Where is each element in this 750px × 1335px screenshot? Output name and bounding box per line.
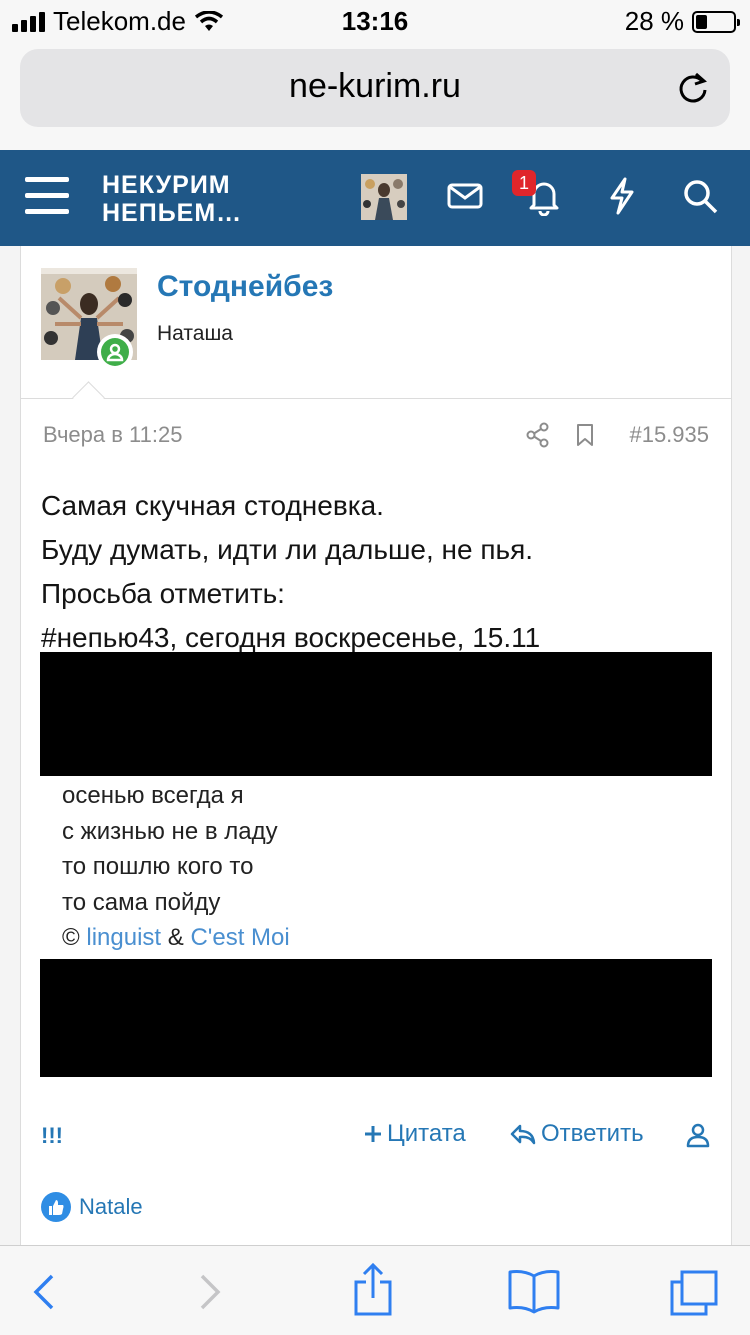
site-navbar: НЕКУРИМ НЕПЬЕМ… 1 [0,150,750,246]
browser-bottom-bar [0,1245,750,1335]
status-bar: Telekom.de 13:16 28 % [0,0,750,40]
logo-line-2: НЕПЬЕМ… [102,199,243,227]
poem-line: то пошлю кого то [62,853,254,880]
plus-icon [365,1126,381,1142]
status-right: 28 % [624,6,740,37]
image-black-band-top [40,652,712,776]
url-text[interactable]: ne-kurim.ru [20,67,730,106]
credit-amp: & [167,924,184,951]
report-link[interactable]: !!! [41,1123,63,1149]
battery-percent: 28 % [624,6,684,36]
battery-icon [692,10,740,33]
image-poem: осенью всегда я с жизнью не в ладу то по… [62,778,290,956]
post-line: Буду думать, идти ли дальше, не пья. [41,534,534,565]
quote-label: Цитата [387,1120,466,1147]
like-icon [41,1192,71,1222]
post-line: Самая скучная стодневка. [41,490,384,521]
poem-credit: © linguist & C'est Moi [62,920,290,956]
inbox-icon[interactable] [445,176,485,216]
share-icon[interactable] [525,422,551,448]
poem-line: осенью всегда я [62,782,244,809]
reaction-user: Natale [79,1194,143,1219]
post-user-block: Стоднейбез Наташа [21,246,731,399]
user-icon[interactable] [685,1122,711,1148]
back-icon[interactable] [30,1272,58,1312]
address-bar[interactable]: ne-kurim.ru [20,49,730,127]
account-avatar[interactable] [361,174,407,220]
quote-button[interactable]: Цитата [363,1120,466,1148]
user-title: Наташа [157,322,233,345]
credit-author-2: C'est Moi [190,924,290,951]
reply-icon [510,1124,536,1145]
search-icon[interactable] [680,176,720,216]
credit-author-1: linguist [86,924,162,951]
site-logo[interactable]: НЕКУРИМ НЕПЬЕМ… [102,171,242,227]
post-line: Просьба отметить: [41,578,285,609]
image-black-band-bottom [40,959,712,1077]
post-number[interactable]: #15.935 [629,422,709,448]
reply-label: Ответить [541,1120,644,1147]
bookmark-icon[interactable] [572,422,598,448]
menu-icon[interactable] [25,177,69,217]
logo-line-1: НЕКУРИМ [102,171,231,199]
reaction-summary[interactable]: Natale [41,1192,143,1222]
post-body: Самая скучная стодневка. Буду думать, ид… [41,484,540,660]
forward-icon[interactable] [196,1272,224,1312]
poem-line: то сама пойду [62,888,221,916]
bookmarks-icon[interactable] [506,1268,562,1316]
copyright-sign: © [62,924,80,951]
reload-icon[interactable] [676,71,710,105]
poem-line: с жизнью не в ладу [62,817,278,845]
tabs-icon[interactable] [668,1268,720,1318]
post-username[interactable]: Стоднейбез [157,270,333,304]
alerts-badge: 1 [512,170,536,196]
lightning-icon[interactable] [602,176,642,216]
browser-toolbar: ne-kurim.ru [0,40,750,150]
reply-button[interactable]: Ответить [509,1120,644,1148]
online-status-icon [97,334,133,370]
post-date[interactable]: Вчера в 11:25 [43,422,182,448]
share-sheet-icon[interactable] [350,1262,396,1318]
post-card: Стоднейбез Наташа Вчера в 11:25 #15.935 … [20,246,732,1246]
post-image[interactable]: осенью всегда я с жизнью не в ладу то по… [40,652,712,1077]
